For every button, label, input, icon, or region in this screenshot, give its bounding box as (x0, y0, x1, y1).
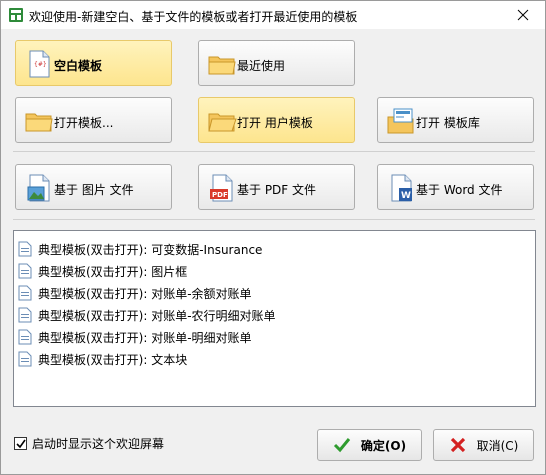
svg-text:PDF: PDF (212, 191, 228, 199)
folder-icon (208, 56, 236, 75)
list-item[interactable]: 典型模板(双击打开): 图片框 (18, 261, 187, 281)
from-image-label: 基于 图片 文件 (54, 183, 134, 197)
template-document-icon (18, 285, 32, 301)
blank-document-icon: {#} (29, 50, 50, 78)
template-list[interactable]: 典型模板(双击打开): 可变数据-Insurance 典型模板(双击打开): 图… (13, 230, 536, 407)
template-app-icon (9, 8, 23, 22)
list-item-label: 典型模板(双击打开): 对账单-余额对账单 (38, 286, 252, 301)
checkbox-box[interactable] (14, 437, 27, 450)
from-pdf-button[interactable]: PDF 基于 PDF 文件 (198, 164, 355, 210)
folder-icon (208, 113, 237, 132)
from-word-label: 基于 Word 文件 (416, 183, 503, 197)
list-item[interactable]: 典型模板(双击打开): 可变数据-Insurance (18, 239, 262, 259)
from-image-button[interactable]: 基于 图片 文件 (15, 164, 172, 210)
section-divider (13, 219, 535, 220)
list-item-label: 典型模板(双击打开): 对账单-明细对账单 (38, 330, 252, 345)
open-template-button[interactable]: 打开模板... (15, 97, 172, 143)
checkmark-icon (15, 439, 26, 448)
template-document-icon (18, 307, 32, 323)
title-bar: 欢迎使用-新建空白、基于文件的模板或者打开最近使用的模板 (1, 1, 545, 29)
open-library-label: 打开 模板库 (416, 116, 480, 130)
open-user-template-label: 打开 用户模板 (237, 116, 313, 130)
list-item[interactable]: 典型模板(双击打开): 文本块 (18, 349, 187, 369)
recent-button[interactable]: 最近使用 (198, 40, 355, 86)
section-divider (13, 151, 535, 152)
image-file-icon (27, 174, 50, 202)
folder-icon (25, 113, 53, 132)
open-library-button[interactable]: 打开 模板库 (377, 97, 534, 143)
recent-label: 最近使用 (237, 59, 286, 73)
blank-template-button[interactable]: {#} 空白模板 (15, 40, 172, 86)
ok-label: 确定(O) (360, 438, 407, 453)
list-item[interactable]: 典型模板(双击打开): 对账单-农行明细对账单 (18, 305, 276, 325)
green-check-icon (333, 438, 351, 453)
open-template-label: 打开模板... (54, 116, 114, 130)
cancel-button[interactable]: 取消(C) (433, 429, 534, 461)
pdf-file-icon: PDF (210, 174, 233, 202)
red-x-icon (450, 437, 465, 453)
svg-text:W: W (401, 191, 411, 201)
template-document-icon (18, 329, 32, 345)
close-button[interactable] (501, 1, 545, 29)
close-icon (517, 9, 529, 21)
svg-text:{#}: {#} (34, 61, 47, 68)
show-on-startup-label: 启动时显示这个欢迎屏幕 (32, 437, 165, 451)
list-item-label: 典型模板(双击打开): 文本块 (38, 352, 188, 367)
list-item-label: 典型模板(双击打开): 对账单-农行明细对账单 (38, 308, 276, 323)
template-library-icon (387, 108, 414, 134)
blank-template-label: 空白模板 (54, 59, 103, 73)
from-pdf-label: 基于 PDF 文件 (237, 183, 317, 197)
list-item-label: 典型模板(双击打开): 可变数据-Insurance (38, 242, 263, 257)
cancel-label: 取消(C) (476, 438, 519, 453)
word-file-icon: W (391, 174, 412, 202)
from-word-button[interactable]: W 基于 Word 文件 (377, 164, 534, 210)
ok-button[interactable]: 确定(O) (317, 429, 422, 461)
template-document-icon (18, 351, 32, 367)
show-on-startup-checkbox[interactable]: 启动时显示这个欢迎屏幕 (14, 435, 164, 452)
template-document-icon (18, 241, 32, 257)
welcome-dialog: 欢迎使用-新建空白、基于文件的模板或者打开最近使用的模板 {#} 空白模板 最近… (0, 0, 546, 475)
window-title: 欢迎使用-新建空白、基于文件的模板或者打开最近使用的模板 (29, 10, 358, 24)
list-item-label: 典型模板(双击打开): 图片框 (38, 264, 188, 279)
list-item[interactable]: 典型模板(双击打开): 对账单-余额对账单 (18, 283, 252, 303)
list-item[interactable]: 典型模板(双击打开): 对账单-明细对账单 (18, 327, 252, 347)
open-user-template-button[interactable]: 打开 用户模板 (198, 97, 355, 143)
template-document-icon (18, 263, 32, 279)
